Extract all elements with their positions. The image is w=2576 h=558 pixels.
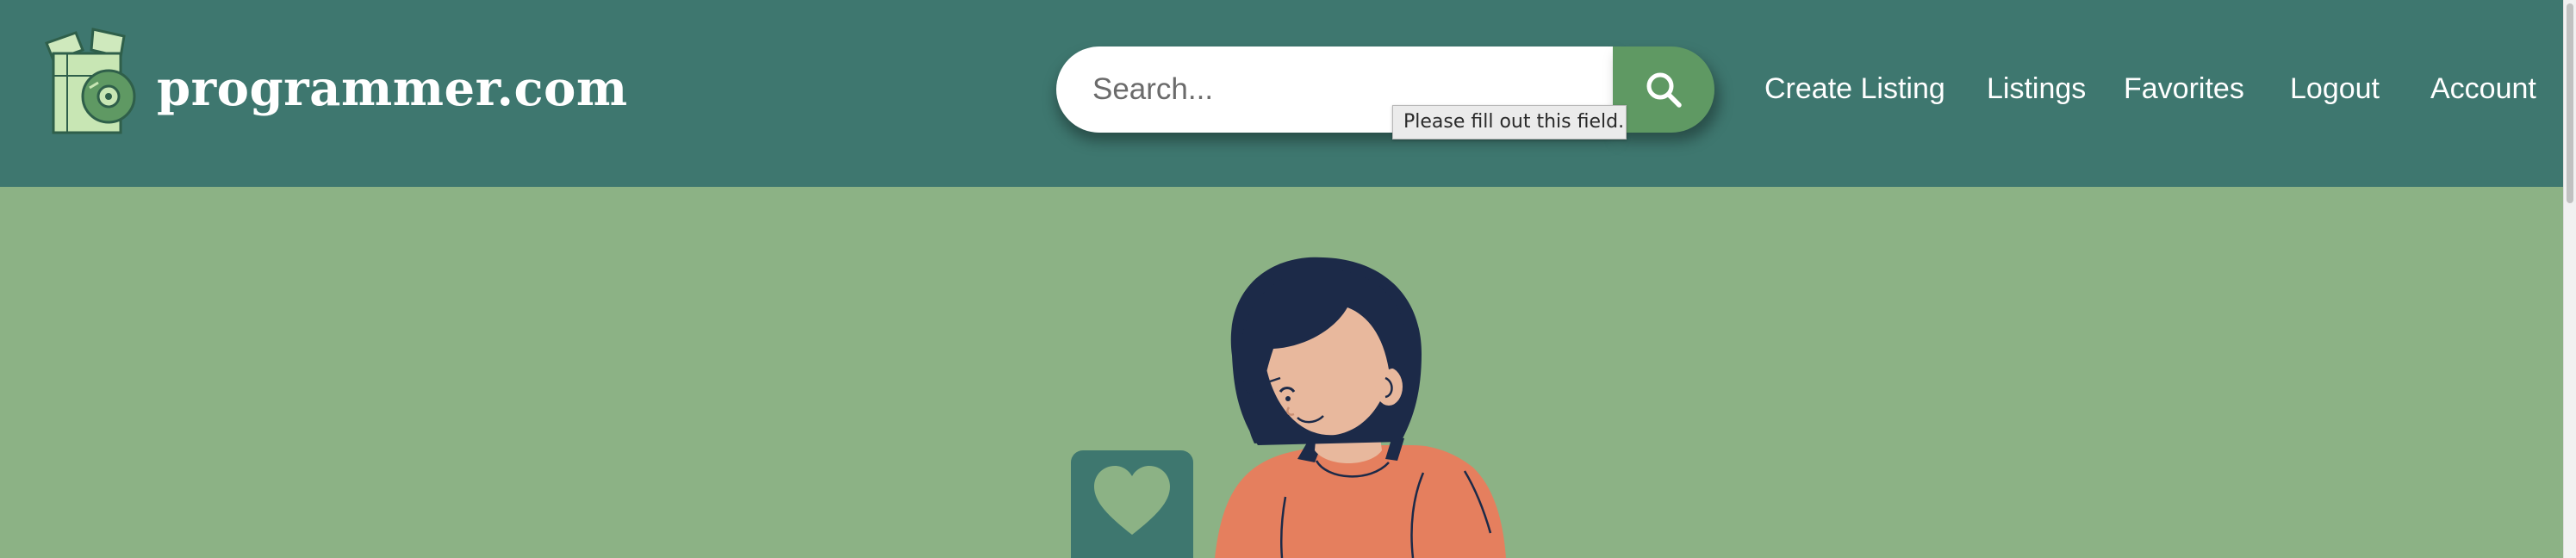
- site-name: programmer.com: [157, 60, 628, 117]
- search-icon: [1646, 72, 1682, 108]
- validation-tooltip: Please fill out this field.: [1392, 105, 1627, 140]
- hero-section: [0, 187, 2563, 558]
- heart-icon: [1071, 450, 1193, 558]
- nav-create-listing[interactable]: Create Listing: [1764, 67, 1945, 110]
- nav-favorites[interactable]: Favorites: [2124, 67, 2244, 110]
- page-scrollbar-thumb[interactable]: [2567, 3, 2573, 203]
- software-box-disc-icon: [45, 28, 136, 134]
- woman-with-heart-icon: [1071, 257, 1506, 558]
- site-header: programmer.com Please fill out this fiel…: [0, 0, 2563, 187]
- home-logo-link[interactable]: programmer.com: [41, 24, 627, 136]
- search-button[interactable]: [1613, 46, 1714, 133]
- nav-account[interactable]: Account: [2430, 67, 2536, 110]
- nav-logout[interactable]: Logout: [2290, 67, 2380, 110]
- nav-listings[interactable]: Listings: [1987, 67, 2086, 110]
